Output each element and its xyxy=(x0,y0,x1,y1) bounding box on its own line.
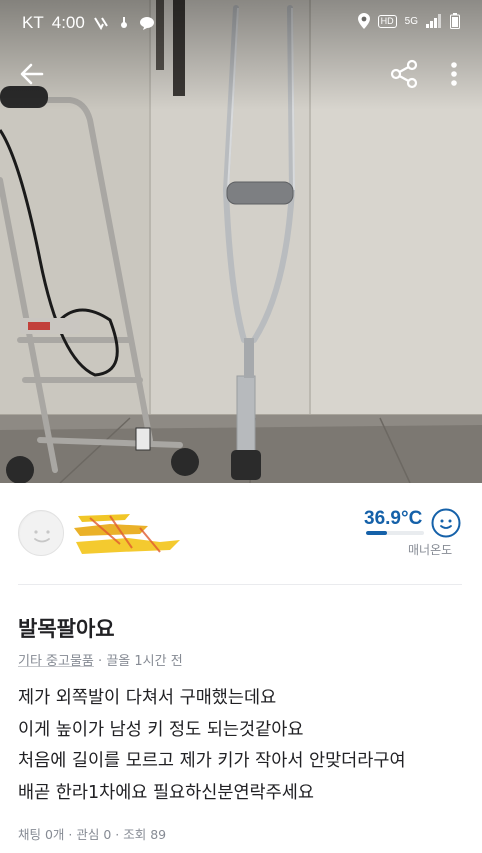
back-button[interactable] xyxy=(16,58,48,90)
network-type: 5G xyxy=(404,15,418,27)
clock: 4:00 xyxy=(51,13,85,32)
chat-bubble-icon xyxy=(139,17,154,30)
post-bumped-time: 끌올 1시간 전 xyxy=(106,654,183,669)
share-button[interactable] xyxy=(388,58,420,90)
signal-icon xyxy=(426,14,441,28)
like-count: 관심 0 xyxy=(76,827,112,842)
post-title: 발목팔아요 xyxy=(18,617,115,641)
status-bar-left: KT 4:00 xyxy=(22,13,155,33)
post-meta: 기타 중고물품 · 끌올 1시간 전 xyxy=(18,650,183,669)
share-icon xyxy=(390,59,418,89)
section-divider xyxy=(18,584,462,585)
hd-voice-icon: HD xyxy=(377,14,397,28)
arrow-left-icon xyxy=(20,63,44,85)
more-options-button[interactable] xyxy=(440,58,468,90)
post-stats: 채팅 0개 · 관심 0 · 조회 89 xyxy=(18,824,166,843)
chat-count: 채팅 0개 xyxy=(18,827,65,842)
location-icon xyxy=(357,13,370,29)
manner-temperature-bar xyxy=(366,531,424,535)
more-vertical-icon xyxy=(451,62,457,86)
manner-temperature-fill xyxy=(366,531,388,535)
description-line: 제가 외쪽발이 다쳐서 구매했는데요 xyxy=(18,688,277,708)
seller-avatar[interactable] xyxy=(18,510,64,556)
smiley-face-icon xyxy=(431,508,461,538)
default-avatar-icon xyxy=(20,512,63,555)
status-bar: KT 4:00 HD 5G xyxy=(0,0,482,46)
seller-name-redacted xyxy=(74,514,180,554)
data-saver-icon xyxy=(93,17,108,31)
view-count: 조회 89 xyxy=(123,827,167,842)
description-line: 처음에 길이를 모르고 제가 키가 작아서 안맞더라구여 xyxy=(18,751,406,771)
battery-icon xyxy=(450,13,460,29)
manner-temperature-label: 매너온도 xyxy=(408,543,453,557)
post-description: 제가 외쪽발이 다쳐서 구매했는데요 이게 높이가 남성 키 정도 되는것같아요… xyxy=(18,683,470,809)
manner-temperature-value: 36.9°C xyxy=(364,508,423,529)
description-line: 이게 높이가 남성 키 정도 되는것같아요 xyxy=(18,719,304,740)
description-line: 배곧 한라1차에요 필요하신분연락주세요 xyxy=(18,782,314,803)
post-category-link[interactable]: 기타 중고물품 xyxy=(18,654,94,669)
status-bar-right: HD 5G xyxy=(357,13,460,29)
carrier-label: KT xyxy=(22,13,44,32)
tethering-icon xyxy=(120,17,127,28)
